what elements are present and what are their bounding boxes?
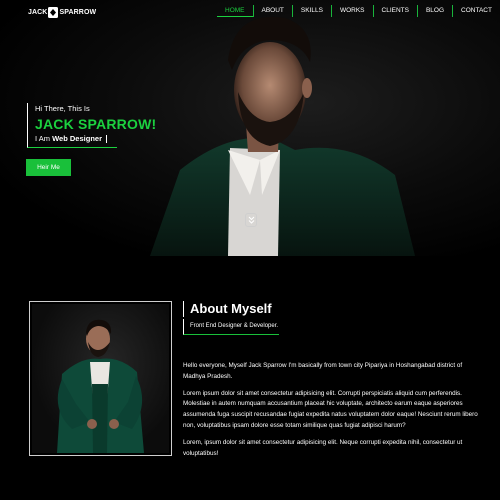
hero-section: JACK SPARROW HOME ABOUT SKILLS WORKS CLI…: [0, 0, 500, 256]
about-text: Hello everyone, Myself Jack Sparrow I'm …: [183, 361, 481, 465]
logo-text-left: JACK: [28, 8, 48, 16]
about-subtitle: Front End Designer & Developer.: [183, 319, 279, 335]
chevron-double-down-icon: [248, 216, 254, 224]
about-portrait-image: [32, 304, 169, 453]
about-paragraph-2: Lorem ipsum dolor sit amet consectetur a…: [183, 389, 478, 429]
hero-greeting: Hi There, This Is: [27, 103, 156, 115]
hero-portrait-image: [150, 16, 415, 256]
typing-caret: [105, 135, 107, 144]
nav-item-clients[interactable]: CLIENTS: [372, 5, 417, 17]
nav-item-about[interactable]: ABOUT: [252, 5, 292, 17]
hero-role-line: I Am Web Designer: [27, 133, 117, 148]
top-navbar: JACK SPARROW HOME ABOUT SKILLS WORKS CLI…: [0, 0, 500, 22]
brand-logo[interactable]: JACK SPARROW: [28, 6, 96, 18]
nav-item-blog[interactable]: BLOG: [416, 5, 452, 17]
scroll-down-button[interactable]: [245, 213, 257, 227]
hero-role-prefix: I Am: [35, 134, 51, 143]
nav-item-contact[interactable]: CONTACT: [452, 5, 500, 17]
hero-intro: Hi There, This Is JACK SPARROW! I Am Web…: [27, 103, 156, 148]
nav-item-skills[interactable]: SKILLS: [291, 5, 331, 17]
about-heading: About Myself Front End Designer & Develo…: [183, 301, 279, 335]
about-photo-frame: [29, 301, 172, 456]
hero-name: JACK SPARROW!: [27, 115, 156, 133]
hero-role-text: Web Designer: [52, 134, 102, 143]
about-paragraph-1: Hello everyone, Myself Jack Sparrow I'm …: [183, 362, 463, 380]
nav-item-works[interactable]: WORKS: [330, 5, 373, 17]
about-title: About Myself: [183, 301, 279, 317]
hire-me-button[interactable]: Heir Me: [26, 159, 71, 176]
nav-menu: HOME ABOUT SKILLS WORKS CLIENTS BLOG CON…: [217, 5, 500, 17]
logo-mark-icon: [48, 6, 59, 18]
nav-item-home[interactable]: HOME: [217, 5, 253, 17]
about-paragraph-3: Lorem, ipsum dolor sit amet consectetur …: [183, 438, 463, 457]
logo-text-right: SPARROW: [59, 8, 97, 16]
